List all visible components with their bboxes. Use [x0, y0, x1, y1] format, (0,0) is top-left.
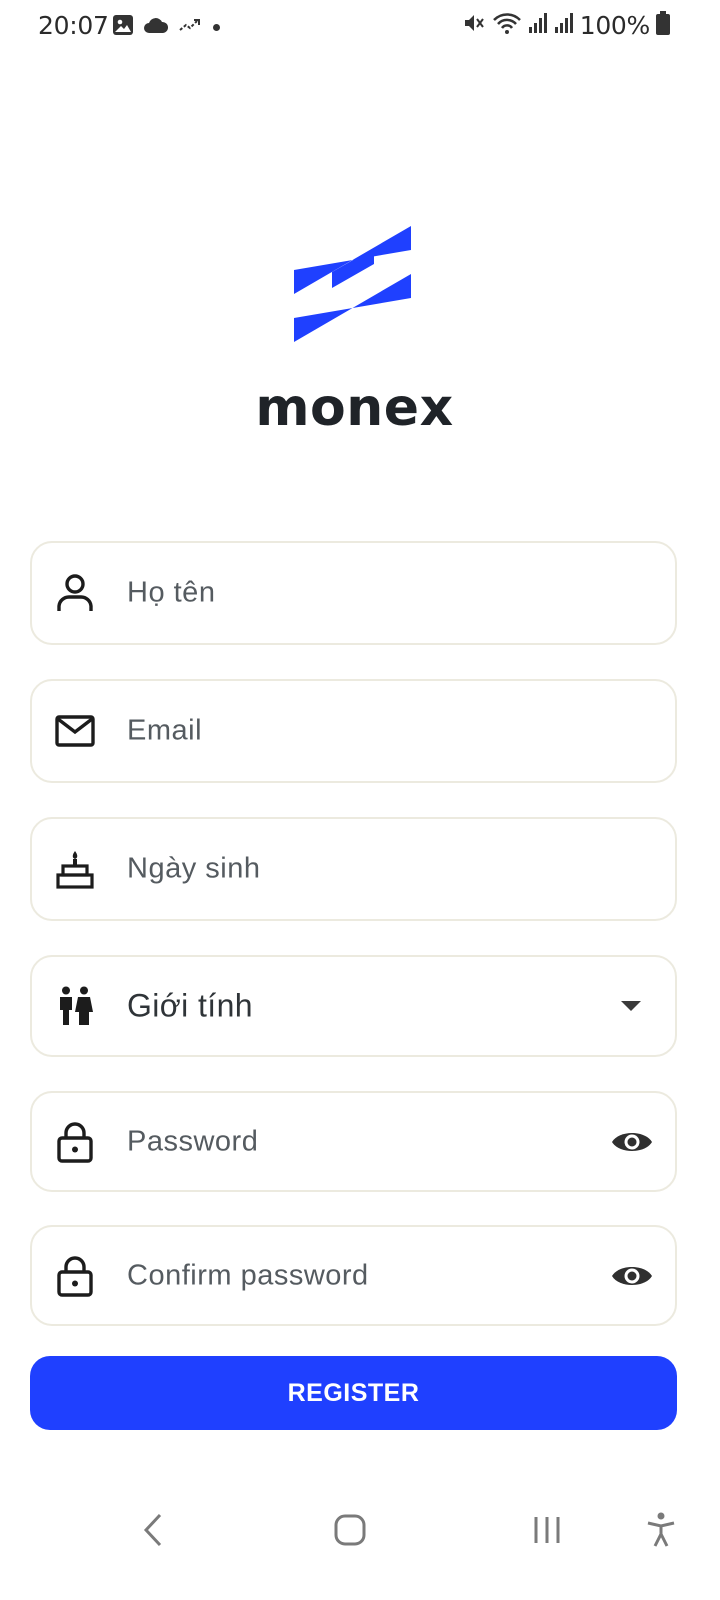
lock-icon [54, 1255, 96, 1297]
recents-icon[interactable] [522, 1505, 572, 1555]
missed-call-icon [178, 16, 204, 39]
email-field[interactable] [30, 679, 677, 783]
mail-icon [54, 710, 96, 752]
eye-icon[interactable] [609, 1253, 655, 1299]
cake-icon [54, 848, 96, 890]
password-field[interactable] [30, 1091, 677, 1192]
battery-level: 100% [579, 11, 651, 40]
confirm-password-input[interactable] [127, 1259, 595, 1292]
full-name-field[interactable] [30, 541, 677, 645]
full-name-input[interactable] [127, 576, 595, 610]
mute-icon [462, 11, 486, 40]
eye-icon[interactable] [609, 1119, 655, 1165]
accessibility-icon[interactable] [636, 1505, 686, 1555]
cloud-icon [143, 16, 169, 39]
monex-logo-icon [292, 224, 414, 349]
signal-icon [528, 12, 548, 39]
battery-icon [656, 11, 670, 40]
gender-select[interactable]: Giới tính [30, 955, 677, 1057]
dropdown-arrow-icon[interactable] [621, 1001, 641, 1011]
register-button[interactable]: REGISTER [30, 1356, 677, 1430]
lock-icon [54, 1121, 96, 1163]
people-icon [54, 985, 96, 1027]
person-icon [54, 572, 96, 614]
image-icon [112, 14, 134, 41]
confirm-password-field[interactable] [30, 1225, 677, 1326]
gender-select-value: Giới tính [127, 987, 253, 1024]
home-icon[interactable] [325, 1505, 375, 1555]
birthday-input[interactable] [127, 852, 595, 886]
status-notification-icons [112, 14, 220, 41]
dot-icon [213, 24, 220, 31]
signal-icon [554, 12, 574, 39]
brand-name: monex [255, 378, 454, 438]
status-time: 20:07 [38, 11, 109, 40]
status-system-icons: 100% [462, 11, 670, 40]
birthday-field[interactable] [30, 817, 677, 921]
password-input[interactable] [127, 1125, 595, 1158]
email-input[interactable] [127, 714, 595, 748]
system-nav-bar [0, 1490, 720, 1560]
back-icon[interactable] [128, 1505, 178, 1555]
wifi-icon [492, 11, 522, 40]
status-bar: 20:07 100% [0, 0, 720, 52]
